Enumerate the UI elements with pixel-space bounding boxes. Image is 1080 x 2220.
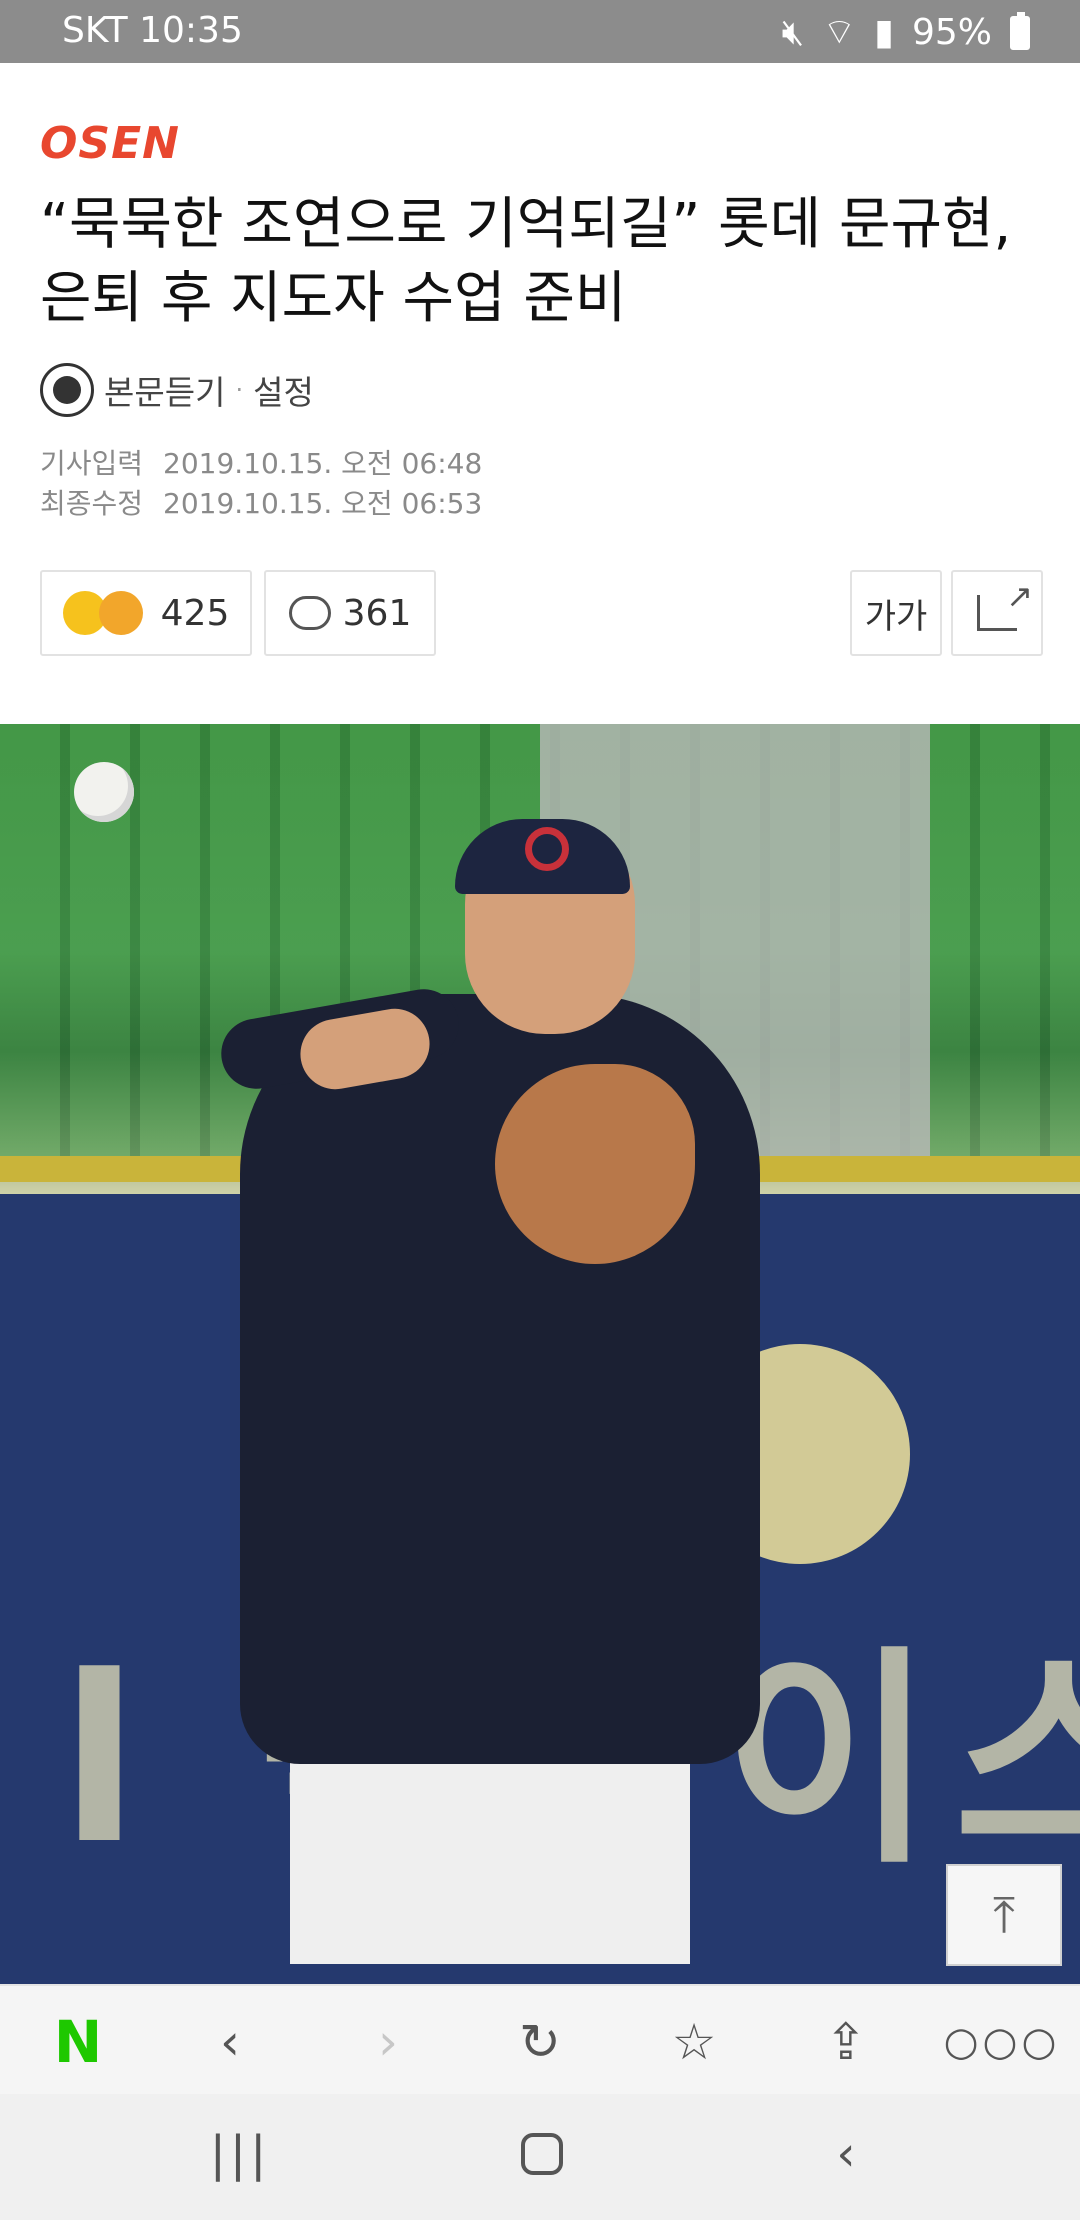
reaction-count: 425 bbox=[160, 592, 230, 634]
system-back-button[interactable]: ‹ bbox=[806, 2124, 886, 2184]
share-button[interactable] bbox=[951, 570, 1043, 656]
bookmark-button[interactable]: ☆ bbox=[654, 2012, 734, 2072]
system-nav-bar: ||| ‹ bbox=[0, 2094, 1080, 2220]
share-icon: ⇪ bbox=[825, 2013, 867, 2071]
comment-count: 361 bbox=[342, 592, 412, 634]
wifi-icon: ⌔ bbox=[822, 12, 857, 53]
more-icon: ○○○ bbox=[943, 2019, 1061, 2065]
mute-icon: 🔇︎ bbox=[781, 11, 805, 53]
status-bar: SKT 10:35 🔇︎ ⌔ ▮ 95% bbox=[0, 0, 1080, 63]
reload-icon: ↻ bbox=[519, 2013, 561, 2071]
more-button[interactable]: ○○○ bbox=[944, 2012, 1057, 2072]
back-button[interactable]: ‹ bbox=[190, 2012, 270, 2072]
comment-icon bbox=[288, 596, 331, 630]
settings-button[interactable]: 설정 bbox=[253, 366, 314, 414]
toolbar-share-button[interactable]: ⇪ bbox=[806, 2012, 886, 2072]
battery-icon bbox=[1010, 11, 1030, 50]
input-time: 2019.10.15. 오전 06:48 bbox=[163, 447, 483, 480]
input-label: 기사입력 bbox=[40, 447, 144, 480]
listen-icon[interactable] bbox=[40, 363, 94, 417]
chevron-right-icon: › bbox=[378, 2013, 398, 2071]
love-emoji-icon bbox=[98, 591, 143, 635]
naver-home-button[interactable]: N bbox=[38, 2008, 118, 2076]
baseball bbox=[74, 762, 134, 822]
chevron-left-icon: ‹ bbox=[220, 2013, 240, 2071]
separator: · bbox=[235, 376, 244, 404]
article-title: “묵묵한 조연으로 기억되길” 롯데 문규현, 은퇴 후 지도자 수업 준비 bbox=[40, 192, 1012, 331]
article-photo: l 플러이스 bbox=[0, 724, 1080, 1984]
home-icon bbox=[521, 2133, 563, 2175]
share-icon bbox=[977, 577, 1033, 631]
signal-icon: ▮ bbox=[874, 12, 894, 53]
font-size-button[interactable]: 가가 bbox=[850, 570, 942, 656]
modified-time: 2019.10.15. 오전 06:53 bbox=[163, 487, 483, 520]
baseball-glove bbox=[495, 1064, 695, 1264]
recent-apps-icon: ||| bbox=[209, 2126, 271, 2182]
scroll-to-top-button[interactable]: ⤒ bbox=[946, 1864, 1062, 1966]
forward-button[interactable]: › bbox=[348, 2012, 428, 2072]
carrier-time: SKT 10:35 bbox=[62, 10, 243, 51]
star-icon: ☆ bbox=[671, 2013, 717, 2071]
cap-logo bbox=[525, 827, 569, 871]
reload-button[interactable]: ↻ bbox=[500, 2012, 580, 2072]
listen-row: 본문듣기 · 설정 bbox=[40, 362, 314, 418]
status-icons: 🔇︎ ⌔ ▮ 95% bbox=[782, 10, 1030, 55]
home-button[interactable] bbox=[502, 2124, 582, 2184]
comments-button[interactable]: 361 bbox=[264, 570, 436, 656]
browser-toolbar: N ‹ › ↻ ☆ ⇪ ○○○ bbox=[0, 1984, 1080, 2094]
recent-apps-button[interactable]: ||| bbox=[200, 2124, 280, 2184]
article-meta: 기사입력 2019.10.15. 오전 06:48 최종수정 2019.10.1… bbox=[40, 444, 482, 524]
battery-percent: 95% bbox=[911, 12, 992, 53]
arrow-up-icon: ⤒ bbox=[992, 1885, 1016, 1944]
publisher-logo[interactable]: OSEN bbox=[40, 118, 180, 169]
back-icon: ‹ bbox=[836, 2126, 856, 2182]
listen-button[interactable]: 본문듣기 bbox=[104, 366, 225, 414]
modified-label: 최종수정 bbox=[40, 487, 144, 520]
reactions-button[interactable]: 425 bbox=[40, 570, 252, 656]
